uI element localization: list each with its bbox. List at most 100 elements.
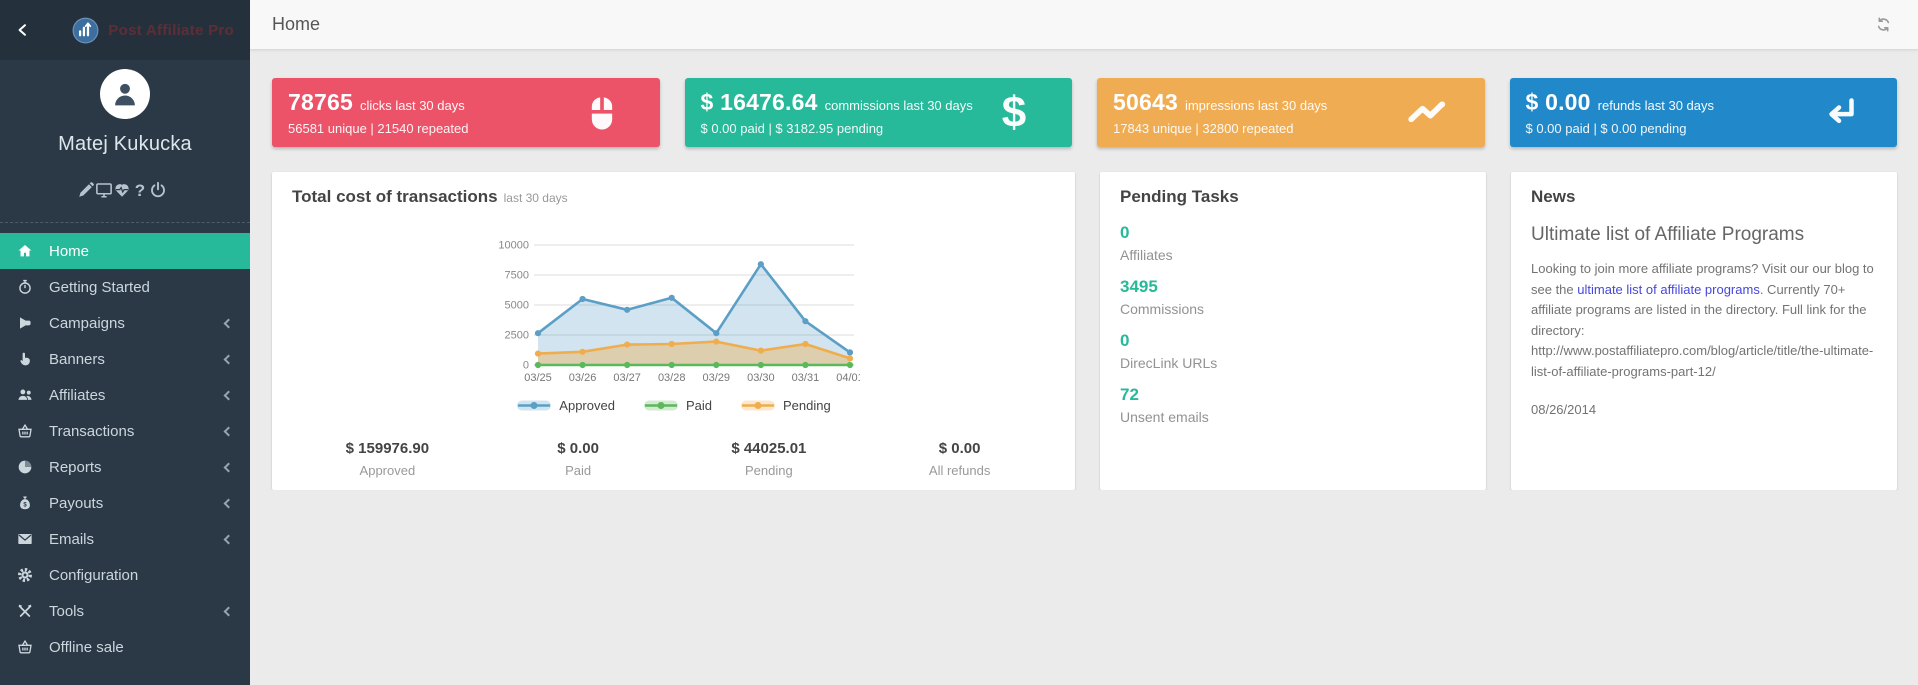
hand-pointer-icon [16,351,34,367]
sidebar-divider [0,222,250,223]
legend-item-pending[interactable]: Pending [740,398,831,413]
chart-card-title: Total cost of transactionslast 30 days [292,187,1055,207]
stat-label: clicks last 30 days [360,98,465,113]
total-approved: $ 159976.90 Approved [292,440,483,478]
question-icon[interactable]: ? [131,181,149,199]
legend-marker-icon [643,399,679,412]
chevron-icon [224,318,234,328]
sidebar-item-payouts[interactable]: $ Payouts [0,485,250,521]
heart-pulse-icon[interactable] [113,181,131,199]
collapse-sidebar-button[interactable] [16,19,30,41]
gear-icon [16,567,34,583]
sidebar-item-offline-sale[interactable]: Offline sale [0,629,250,665]
task-label: DirecLink URLs [1120,355,1466,371]
task-count[interactable]: 3495 [1120,277,1466,297]
chevron-icon [224,498,234,508]
app-window: Post Affiliate Pro Matej Kukucka ? Home G… [0,0,1918,685]
sidebar-item-banners[interactable]: Banners [0,341,250,377]
total-label: Approved [292,463,483,478]
task-commissions: 3495 Commissions [1120,277,1466,317]
sidebar-item-label: Emails [49,531,225,548]
legend-item-paid[interactable]: Paid [643,398,712,413]
task-label: Unsent emails [1120,409,1466,425]
sidebar-item-label: Reports [49,459,225,476]
chevron-icon [224,462,234,472]
task-label: Commissions [1120,301,1466,317]
svg-text:03/31: 03/31 [791,372,819,384]
sidebar-item-affiliates[interactable]: Affiliates [0,377,250,413]
sidebar-item-label: Banners [49,351,225,368]
chevron-icon [224,534,234,544]
chart-card: Total cost of transactionslast 30 days 0… [272,172,1075,490]
power-icon[interactable] [149,181,167,199]
sidebar-item-label: Payouts [49,495,225,512]
monitor-icon[interactable] [95,181,113,199]
pending-tasks-card: Pending Tasks 0Affiliates3495Commissions… [1100,172,1486,490]
return-icon [1818,93,1860,133]
sidebar-item-campaigns[interactable]: Campaigns [0,305,250,341]
basket-icon [16,423,34,439]
stat-card-commissions[interactable]: $ 16476.64commissions last 30 days$ 0.00… [685,78,1073,147]
total-pending: $ 44025.01Pending [674,440,865,478]
total-value: $ 0.00 [864,440,1055,457]
cards-row: Total cost of transactionslast 30 days 0… [272,172,1897,490]
app-logo[interactable]: Post Affiliate Pro [72,17,234,44]
svg-text:03/28: 03/28 [657,372,685,384]
quick-actions: ? [51,181,199,199]
stat-value: $ 0.00 [1526,89,1591,116]
user-profile: Matej Kukucka ? [0,60,250,199]
money-bag-icon: $ [16,495,34,511]
stat-label: impressions last 30 days [1185,98,1327,113]
svg-text:10000: 10000 [498,240,529,252]
avatar[interactable] [100,69,150,119]
stat-value: 50643 [1113,89,1178,116]
chart-title-sub: last 30 days [504,191,568,205]
basket-icon [16,639,34,655]
sidebar: Post Affiliate Pro Matej Kukucka ? Home G… [0,0,250,685]
svg-text:0: 0 [522,360,528,372]
task-count[interactable]: 0 [1120,223,1466,243]
sidebar-item-reports[interactable]: Reports [0,449,250,485]
svg-text:03/25: 03/25 [524,372,552,384]
page-title: Home [272,14,320,35]
refresh-icon[interactable] [1875,16,1892,33]
sidebar-item-getting-started[interactable]: Getting Started [0,269,250,305]
task-affiliates: 0Affiliates [1120,223,1466,263]
stat-cards-row: 78765clicks last 30 days56581 unique | 2… [272,78,1897,147]
stat-card-refunds[interactable]: $ 0.00refunds last 30 days$ 0.00 paid | … [1510,78,1898,147]
sidebar-item-label: Home [49,243,236,260]
news-link[interactable]: ultimate list of affiliate programs [1577,282,1760,297]
legend-item-approved[interactable]: Approved [516,398,615,413]
sidebar-item-label: Campaigns [49,315,225,332]
chevron-icon [224,606,234,616]
stat-card-impressions[interactable]: 50643impressions last 30 days17843 uniqu… [1097,78,1485,147]
news-date: 08/26/2014 [1531,402,1877,417]
sidebar-item-emails[interactable]: Emails [0,521,250,557]
sidebar-item-configuration[interactable]: Configuration [0,557,250,593]
task-direclink-urls: 0 DirecLink URLs [1120,331,1466,371]
topbar: Home [250,0,1918,50]
chevron-icon [224,426,234,436]
sidebar-nav: Home Getting Started Campaigns Banners Affil… [0,233,250,665]
task-count[interactable]: 72 [1120,385,1466,405]
bullhorn-icon [16,315,34,331]
total-value: $ 159976.90 [292,440,483,457]
legend-label: Pending [783,398,831,413]
pie-chart-icon [16,459,34,475]
users-icon [16,387,34,403]
task-count[interactable]: 0 [1120,331,1466,351]
stat-card-clicks[interactable]: 78765clicks last 30 days56581 unique | 2… [272,78,660,147]
svg-text:7500: 7500 [504,270,528,282]
sidebar-item-home[interactable]: Home [0,233,250,269]
sidebar-item-transactions[interactable]: Transactions [0,413,250,449]
legend-label: Approved [559,398,615,413]
chart-legend: Approved Paid Pending [516,398,830,413]
chevron-icon [224,390,234,400]
stat-value: 78765 [288,89,353,116]
logo-text: Post Affiliate Pro [108,22,234,39]
tools-icon [16,603,34,619]
sidebar-item-tools[interactable]: Tools [0,593,250,629]
svg-text:2500: 2500 [504,330,528,342]
pencil-icon[interactable] [77,181,95,199]
home-icon [16,243,34,259]
